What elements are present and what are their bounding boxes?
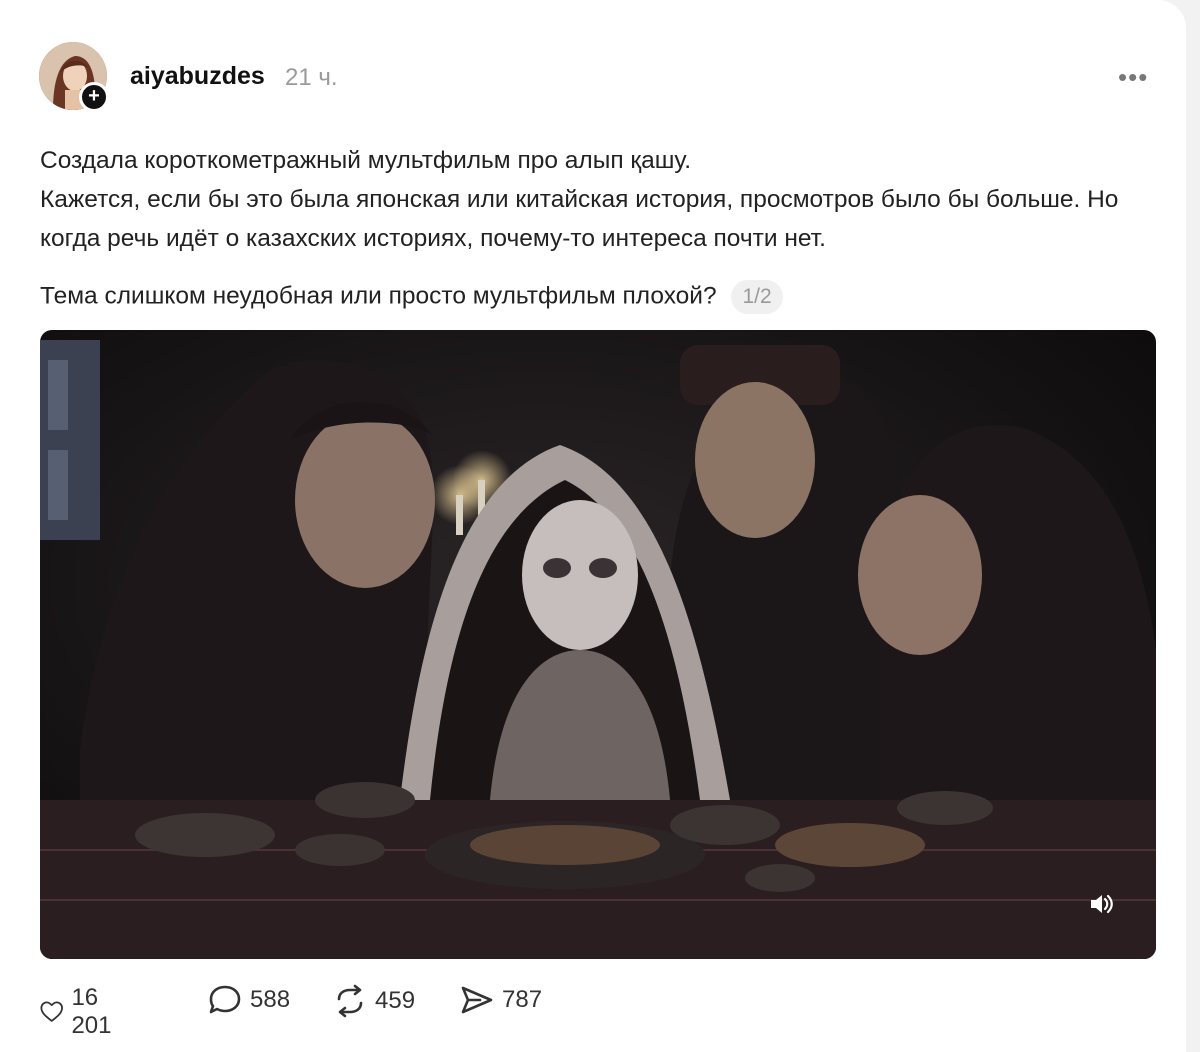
share-count: 787 <box>502 986 543 1013</box>
username[interactable]: aiyabuzdes <box>130 62 265 91</box>
post-text: Создала короткометражный мультфильм про … <box>40 141 1150 258</box>
send-arrow-icon <box>461 986 493 1014</box>
repost-button[interactable]: 459 <box>333 984 415 1018</box>
comment-bubble-icon <box>209 985 241 1014</box>
more-dots-icon[interactable]: ••• <box>1118 62 1148 93</box>
post-video[interactable] <box>40 330 1156 959</box>
post-text-line2: Кажется, если бы это была японская или к… <box>40 186 1119 252</box>
like-count: 16 201 <box>71 984 112 1039</box>
media-pager-badge: 1/2 <box>731 280 783 314</box>
video-frame-illustration <box>40 330 1156 959</box>
heart-icon <box>40 1001 63 1022</box>
post-question: Тема слишком неудобная или просто мультф… <box>40 280 783 314</box>
comment-button[interactable]: 588 <box>208 984 290 1016</box>
speaker-icon[interactable] <box>1086 889 1116 919</box>
post-card: + aiyabuzdes 21 ч. ••• Создала короткоме… <box>0 0 1186 1052</box>
repost-arrows-icon <box>337 984 363 1018</box>
like-button[interactable]: 16 201 <box>40 984 122 1040</box>
avatar-container[interactable]: + <box>39 42 109 112</box>
post-text-line1: Создала короткометражный мультфильм про … <box>40 147 691 174</box>
repost-count: 459 <box>375 987 416 1014</box>
comment-count: 588 <box>250 986 291 1013</box>
follow-plus-icon[interactable]: + <box>79 82 109 112</box>
post-question-text: Тема слишком неудобная или просто мультф… <box>40 282 717 310</box>
post-timestamp[interactable]: 21 ч. <box>285 64 338 92</box>
share-button[interactable]: 787 <box>460 984 542 1016</box>
